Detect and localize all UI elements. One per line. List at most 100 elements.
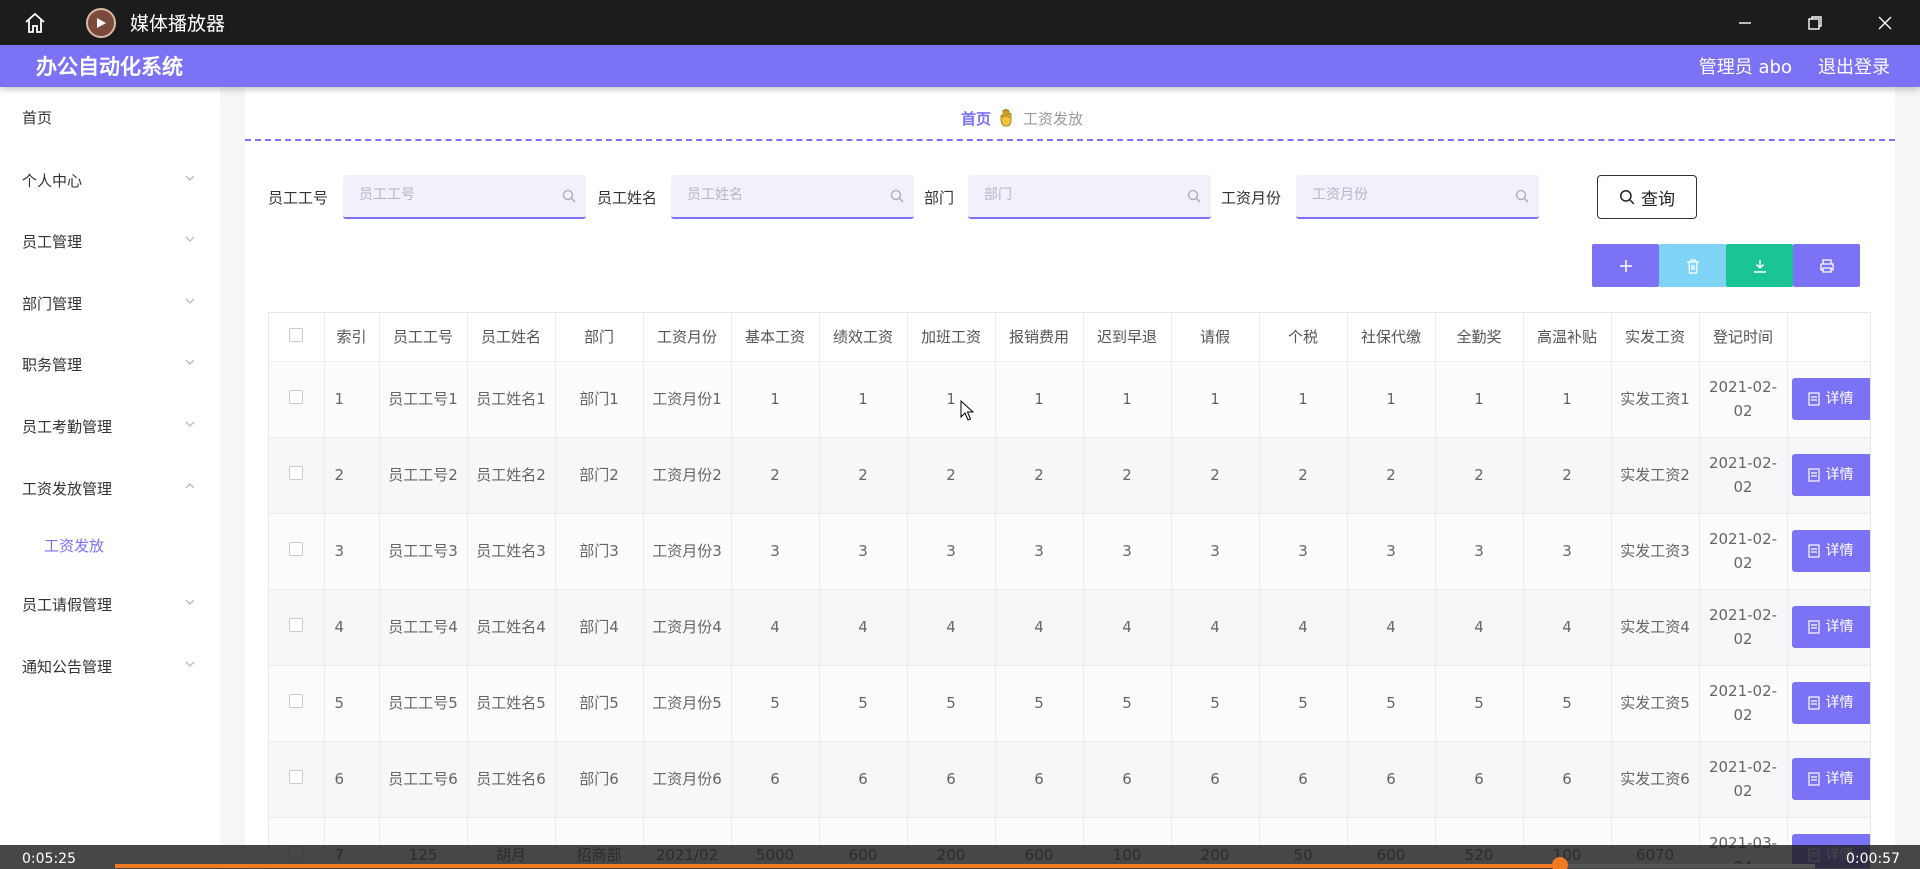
breadcrumb-home[interactable]: 首页 <box>961 108 991 129</box>
table-cell: 3 <box>1347 513 1436 590</box>
restore-button[interactable] <box>1780 0 1850 45</box>
table-cell: 6 <box>819 741 908 818</box>
column-header[interactable]: 报销费用 <box>995 313 1084 362</box>
sidebar-item-salary-management[interactable]: 工资发放管理 <box>0 468 220 508</box>
table-row[interactable]: 4 员工工号4 员工姓名4 部门4 工资月份4 4 4 4 4 4 4 4 4 4 4 实发工资4 2021-0… <box>269 589 1870 666</box>
table-cell: 部门4 <box>555 589 644 666</box>
home-button[interactable] <box>0 0 70 45</box>
column-header[interactable]: 基本工资 <box>731 313 820 362</box>
row-select-cell <box>269 513 325 590</box>
column-header[interactable]: 全勤奖 <box>1435 313 1524 362</box>
detail-button[interactable]: 详情 <box>1791 378 1870 420</box>
sidebar-item-notice[interactable]: 通知公告管理 <box>0 646 220 686</box>
table-row[interactable]: 6 员工工号6 员工姓名6 部门6 工资月份6 6 6 6 6 6 6 6 6 6 6 实发工资6 2021-0… <box>269 741 1870 818</box>
column-header[interactable]: 员工姓名 <box>467 313 556 362</box>
column-header[interactable]: 请假 <box>1171 313 1260 362</box>
table-row[interactable]: 2 员工工号2 员工姓名2 部门2 工资月份2 2 2 2 2 2 2 2 2 2 2 实发工资2 2021-0… <box>269 437 1870 514</box>
query-button[interactable]: 查询 <box>1597 175 1697 219</box>
table-cell: 2021-02-02 <box>1699 589 1788 666</box>
table-row[interactable]: 1 员工工号1 员工姓名1 部门1 工资月份1 1 1 1 1 1 1 1 1 1 1 实发工资1 2021-0… <box>269 361 1870 438</box>
row-checkbox[interactable] <box>289 542 304 556</box>
employee-id-field[interactable] <box>343 175 586 219</box>
row-actions-cell: 详情 <box>1787 361 1870 438</box>
table-row[interactable]: 3 员工工号3 员工姓名3 部门3 工资月份3 3 3 3 3 3 3 3 3 3 3 实发工资3 2021-0… <box>269 513 1870 590</box>
table-cell: 工资月份2 <box>643 437 732 514</box>
employee-name-input[interactable] <box>671 175 871 215</box>
sidebar-item-home[interactable]: 首页 <box>0 97 220 137</box>
print-button[interactable] <box>1793 244 1860 287</box>
row-checkbox[interactable] <box>289 770 304 784</box>
column-header[interactable]: 索引 <box>324 313 380 362</box>
table-cell: 2021-02-02 <box>1699 437 1788 514</box>
table-cell: 5 <box>1523 665 1612 742</box>
department-field[interactable] <box>968 175 1211 219</box>
table-cell: 实发工资2 <box>1611 437 1700 514</box>
sidebar-item-salary-payment[interactable]: 工资发放 <box>0 525 220 565</box>
add-button[interactable] <box>1592 244 1659 287</box>
column-header[interactable]: 加班工资 <box>907 313 996 362</box>
employee-name-field[interactable] <box>671 175 914 219</box>
salary-month-input[interactable] <box>1296 175 1496 215</box>
minimize-button[interactable] <box>1710 0 1780 45</box>
column-header[interactable]: 实发工资 <box>1611 313 1700 362</box>
table-cell: 6 <box>907 741 996 818</box>
table-cell: 部门3 <box>555 513 644 590</box>
table-cell: 1 <box>731 361 820 438</box>
row-checkbox[interactable] <box>289 390 304 404</box>
detail-button[interactable]: 详情 <box>1791 606 1870 648</box>
download-button[interactable] <box>1726 244 1793 287</box>
department-input[interactable] <box>968 175 1168 215</box>
column-header[interactable]: 部门 <box>555 313 644 362</box>
table-cell: 6 <box>1347 741 1436 818</box>
delete-button[interactable] <box>1659 244 1726 287</box>
table-cell: 员工姓名4 <box>467 589 556 666</box>
table-cell: 3 <box>731 513 820 590</box>
row-actions-cell: 详情 <box>1787 513 1870 590</box>
download-icon <box>1753 259 1766 273</box>
row-checkbox[interactable] <box>289 618 304 632</box>
column-header[interactable]: 高温补贴 <box>1523 313 1612 362</box>
employee-id-input[interactable] <box>343 175 543 215</box>
column-header[interactable]: 绩效工资 <box>819 313 908 362</box>
detail-button[interactable]: 详情 <box>1791 758 1870 800</box>
minimize-icon <box>1739 21 1751 24</box>
table-cell: 6 <box>1171 741 1260 818</box>
sidebar-item-position[interactable]: 职务管理 <box>0 344 220 384</box>
salary-month-field[interactable] <box>1296 175 1539 219</box>
seek-track[interactable] <box>115 857 1815 869</box>
close-button[interactable] <box>1850 0 1920 45</box>
sidebar-item-attendance[interactable]: 员工考勤管理 <box>0 406 220 446</box>
column-header[interactable]: 登记时间 <box>1699 313 1788 362</box>
employee-name-label: 员工姓名 <box>597 189 658 207</box>
search-icon <box>1187 189 1201 203</box>
sidebar-item-personal-center[interactable]: 个人中心 <box>0 160 220 200</box>
column-header[interactable]: 社保代缴 <box>1347 313 1436 362</box>
table-cell: 员工工号3 <box>379 513 468 590</box>
detail-button[interactable]: 详情 <box>1791 530 1870 572</box>
chevron-down-icon <box>185 175 195 181</box>
action-toolbar <box>1592 244 1860 287</box>
table-cell: 部门6 <box>555 741 644 818</box>
seek-handle[interactable] <box>1552 857 1568 869</box>
column-header[interactable]: 迟到早退 <box>1083 313 1172 362</box>
row-checkbox[interactable] <box>289 694 304 708</box>
detail-button[interactable]: 详情 <box>1791 682 1870 724</box>
sidebar-item-leave[interactable]: 员工请假管理 <box>0 584 220 624</box>
breadcrumb: 首页 工资发放 <box>961 107 1083 129</box>
column-header[interactable]: 个税 <box>1259 313 1348 362</box>
table-cell: 1 <box>324 361 380 438</box>
sidebar-item-employee[interactable]: 员工管理 <box>0 221 220 261</box>
select-all-checkbox[interactable] <box>289 327 304 342</box>
table-cell: 员工工号2 <box>379 437 468 514</box>
table-row[interactable]: 5 员工工号5 员工姓名5 部门5 工资月份5 5 5 5 5 5 5 5 5 5 5 实发工资5 2021-0… <box>269 665 1870 742</box>
table-cell: 员工姓名1 <box>467 361 556 438</box>
column-header[interactable]: 工资月份 <box>643 313 732 362</box>
table-cell: 2021-02-02 <box>1699 361 1788 438</box>
row-checkbox[interactable] <box>289 466 304 480</box>
column-header[interactable]: 员工工号 <box>379 313 468 362</box>
logout-link[interactable]: 退出登录 <box>1818 53 1890 79</box>
sidebar: 首页 个人中心 员工管理 部门管理 职务管理 员工考勤管理 工资发放管理 工资发… <box>0 87 220 869</box>
table-cell: 6 <box>1523 741 1612 818</box>
detail-button[interactable]: 详情 <box>1791 454 1870 496</box>
sidebar-item-department[interactable]: 部门管理 <box>0 283 220 323</box>
